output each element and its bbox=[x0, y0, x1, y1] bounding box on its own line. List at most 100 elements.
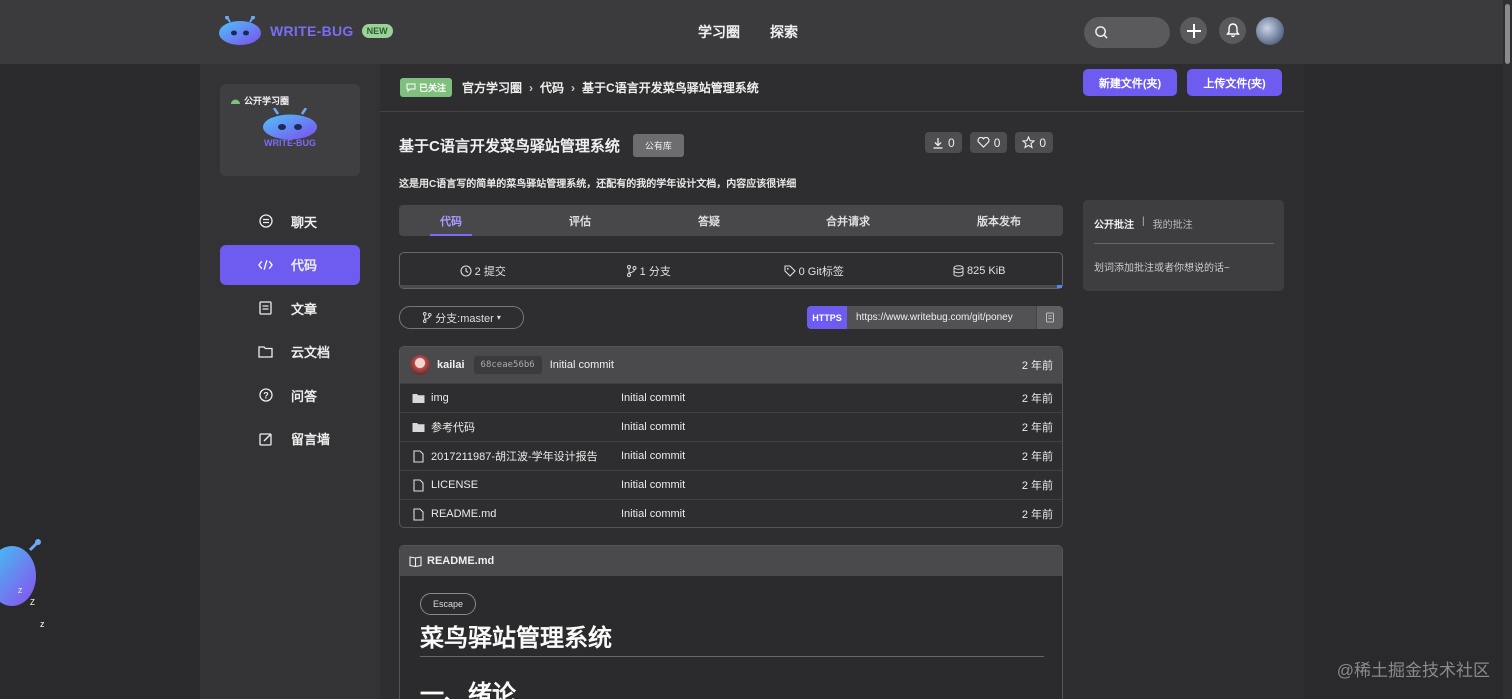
search-icon bbox=[1095, 26, 1108, 39]
branches-count: 1 分支 bbox=[639, 265, 671, 278]
readme-heading: 菜鸟驿站管理系统 bbox=[420, 625, 612, 652]
breadcrumb: 已关注 官方学习圈 › 代码 › 基于C语言开发菜鸟驿站管理系统 bbox=[400, 78, 759, 97]
sidebar-item-cloud-docs[interactable]: 云文档 bbox=[220, 332, 360, 372]
tab-qa[interactable]: 答疑 bbox=[657, 205, 761, 236]
commit-message[interactable]: Initial commit bbox=[550, 359, 614, 371]
file-time: 2 年前 bbox=[1021, 451, 1053, 463]
nav-explore[interactable]: 探索 bbox=[770, 22, 798, 42]
download-icon bbox=[933, 137, 943, 149]
annotation-hint: 划词添加批注或者你想说的话~ bbox=[1094, 263, 1230, 274]
commit-author[interactable]: kailai bbox=[437, 359, 465, 371]
chevron-right-icon: › bbox=[571, 80, 576, 95]
svg-text:z: z bbox=[40, 619, 45, 629]
commits-stat[interactable]: 2 提交 bbox=[400, 263, 566, 279]
breadcrumb-item[interactable]: 代码 bbox=[540, 79, 564, 96]
tab-public-annotations[interactable]: 公开批注 bbox=[1094, 216, 1134, 231]
nav-study-circle[interactable]: 学习圈 bbox=[698, 22, 740, 42]
readme-subheading: 一、绪论 bbox=[420, 681, 516, 699]
file-commit-message[interactable]: Initial commit bbox=[621, 479, 685, 491]
follow-label: 已关注 bbox=[419, 83, 447, 93]
file-name[interactable]: 参考代码 bbox=[431, 419, 617, 435]
commits-count: 2 提交 bbox=[474, 265, 506, 278]
branch-selector[interactable]: 分支:master ▾ bbox=[399, 306, 524, 329]
breadcrumb-item[interactable]: 基于C语言开发菜鸟驿站管理系统 bbox=[582, 79, 759, 96]
site-logo[interactable]: WRITE-BUG NEW bbox=[218, 15, 393, 46]
main-content: 已关注 官方学习圈 › 代码 › 基于C语言开发菜鸟驿站管理系统 基于C语言开发… bbox=[380, 64, 1304, 699]
download-button[interactable]: 0 bbox=[925, 132, 962, 153]
commit-sha[interactable]: 68ceae56b6 bbox=[473, 356, 542, 374]
breadcrumb-item[interactable]: 官方学习圈 bbox=[462, 79, 522, 96]
size-stat: 825 KiB bbox=[897, 265, 1063, 277]
sidebar-item-chat[interactable]: 聊天 bbox=[220, 201, 360, 241]
file-commit-message[interactable]: Initial commit bbox=[621, 508, 685, 520]
study-group-card[interactable]: 公开学习圈 WRITE-BUG bbox=[220, 84, 360, 176]
code-icon bbox=[258, 257, 273, 272]
folder-icon bbox=[258, 344, 273, 359]
like-button[interactable]: 0 bbox=[969, 132, 1008, 153]
file-commit-message[interactable]: Initial commit bbox=[621, 392, 685, 404]
user-avatar[interactable] bbox=[1256, 17, 1284, 45]
new-file-button[interactable]: 新建文件(夹) bbox=[1083, 69, 1177, 96]
file-commit-message[interactable]: Initial commit bbox=[621, 421, 685, 433]
file-row[interactable]: 参考代码 Initial commit 2 年前 bbox=[400, 412, 1062, 441]
file-name[interactable]: README.md bbox=[431, 508, 617, 520]
book-icon bbox=[409, 555, 422, 567]
tab-merge-requests[interactable]: 合并请求 bbox=[761, 205, 935, 236]
sidebar-item-message-wall[interactable]: 留言墙 bbox=[220, 419, 360, 459]
file-icon bbox=[411, 507, 425, 521]
branch-label: 分支:master bbox=[435, 312, 494, 325]
create-button[interactable] bbox=[1180, 17, 1207, 44]
repo-stats-bar: 2 提交 1 分支 0 Git标签 825 KiB bbox=[399, 252, 1063, 289]
escape-button[interactable]: Escape bbox=[420, 593, 477, 615]
new-badge: NEW bbox=[361, 24, 393, 38]
file-name[interactable]: LICENSE bbox=[431, 479, 617, 491]
file-row[interactable]: LICENSE Initial commit 2 年前 bbox=[400, 470, 1062, 499]
tab-my-annotations[interactable]: 我的批注 bbox=[1153, 216, 1193, 231]
readme-panel: README.md Escape 菜鸟驿站管理系统 一、绪论 bbox=[399, 545, 1063, 699]
edit-icon bbox=[258, 431, 273, 446]
article-icon bbox=[258, 301, 273, 316]
file-row[interactable]: 2017211987-胡江波-学年设计报告 Initial commit 2 年… bbox=[400, 441, 1062, 470]
star-button[interactable]: 0 bbox=[1015, 132, 1054, 153]
protocol-button[interactable]: HTTPS bbox=[807, 306, 847, 329]
follow-button[interactable]: 已关注 bbox=[400, 78, 453, 97]
tags-stat[interactable]: 0 Git标签 bbox=[731, 263, 897, 279]
repo-description: 这是用C语言写的简单的菜鸟驿站管理系统，还配有的我的学年设计文档，内容应该很详细 bbox=[399, 179, 797, 190]
commit-author-avatar[interactable] bbox=[410, 355, 430, 375]
file-name[interactable]: 2017211987-胡江波-学年设计报告 bbox=[431, 448, 617, 464]
database-icon bbox=[953, 264, 964, 277]
notifications-button[interactable] bbox=[1219, 17, 1246, 44]
scrollbar-thumb[interactable] bbox=[1505, 4, 1510, 64]
file-commit-message[interactable]: Initial commit bbox=[621, 450, 685, 462]
file-name[interactable]: img bbox=[431, 392, 617, 404]
repo-size: 825 KiB bbox=[966, 264, 1006, 277]
branches-stat[interactable]: 1 分支 bbox=[566, 263, 732, 279]
file-row[interactable]: img Initial commit 2 年前 bbox=[400, 383, 1062, 412]
tab-evaluation[interactable]: 评估 bbox=[503, 205, 657, 236]
question-icon: ? bbox=[258, 388, 273, 403]
sleeping-robot-icon: Z Z z bbox=[0, 539, 45, 629]
file-icon bbox=[411, 478, 425, 492]
sidebar-item-article[interactable]: 文章 bbox=[220, 288, 360, 328]
repo-actions: 0 0 0 bbox=[925, 132, 1054, 153]
file-time: 2 年前 bbox=[1021, 422, 1053, 434]
folder-icon bbox=[411, 420, 425, 434]
page-scrollbar[interactable] bbox=[1503, 0, 1512, 699]
upload-button[interactable]: 上传文件(夹) bbox=[1187, 69, 1282, 96]
download-count: 0 bbox=[948, 135, 955, 150]
svg-text:Z: Z bbox=[18, 588, 23, 595]
search-input[interactable] bbox=[1084, 17, 1170, 48]
clone-url-input[interactable]: https://www.writebug.com/git/poney bbox=[847, 306, 1036, 329]
tab-releases[interactable]: 版本发布 bbox=[935, 205, 1063, 236]
robot-logo-icon bbox=[218, 15, 262, 46]
copy-button[interactable] bbox=[1036, 306, 1063, 329]
tab-code[interactable]: 代码 bbox=[399, 205, 503, 236]
file-icon bbox=[411, 449, 425, 463]
sidebar-item-label: 问答 bbox=[291, 388, 318, 404]
clock-icon bbox=[460, 264, 472, 277]
mascot-widget[interactable]: Z Z z bbox=[0, 530, 52, 630]
sidebar-item-qa[interactable]: ? 问答 bbox=[220, 375, 360, 415]
sidebar-item-code[interactable]: 代码 bbox=[220, 244, 360, 285]
file-row[interactable]: README.md Initial commit 2 年前 bbox=[400, 499, 1062, 527]
copy-icon bbox=[1046, 312, 1054, 323]
